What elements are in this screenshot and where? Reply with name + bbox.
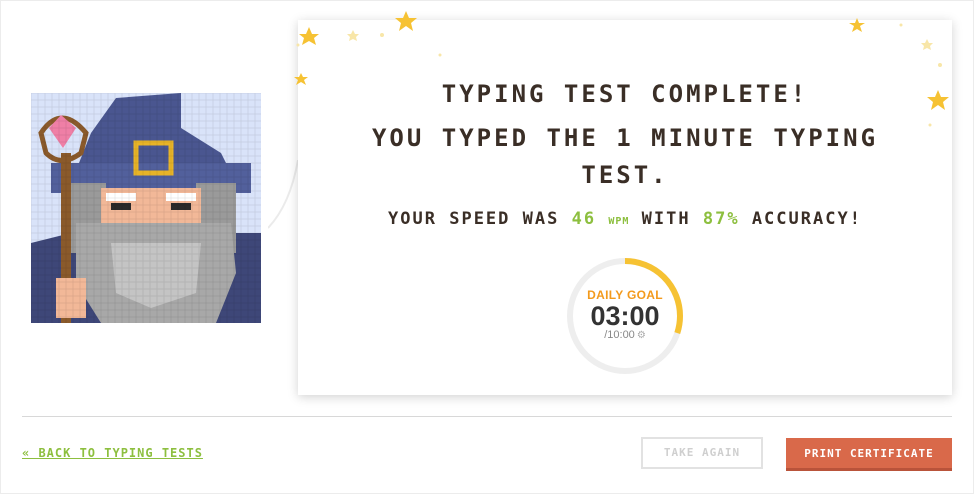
speed-suffix: ACCURACY! xyxy=(751,209,862,229)
star-icon xyxy=(927,90,949,110)
goal-total-row: /10:00 ⚙ xyxy=(565,329,685,341)
star-icon xyxy=(849,18,865,32)
star-icon xyxy=(296,43,300,47)
goal-time: 03:00 xyxy=(590,301,660,331)
goal-total: /10:00 xyxy=(604,329,635,341)
star-icon xyxy=(921,39,933,50)
speed-middle: WITH xyxy=(641,209,691,229)
speed-summary: YOUR SPEED WAS 46 WPM WITH 87% ACCURACY! xyxy=(298,209,952,229)
accuracy-value: 87% xyxy=(702,209,740,229)
star-icon xyxy=(299,27,319,45)
speed-prefix: YOUR SPEED WAS xyxy=(388,209,560,229)
speech-bubble-tail xyxy=(268,160,302,229)
gear-icon[interactable]: ⚙ xyxy=(637,330,646,341)
goal-label: DAILY GOAL xyxy=(587,288,663,302)
star-icon xyxy=(899,23,903,27)
back-to-tests-link[interactable]: « BACK TO TYPING TESTS xyxy=(22,446,203,460)
take-again-button[interactable]: TAKE AGAIN xyxy=(641,437,763,469)
print-certificate-button[interactable]: PRINT CERTIFICATE xyxy=(786,438,952,471)
wizard-avatar xyxy=(31,93,261,323)
star-icon xyxy=(928,123,932,127)
footer-divider xyxy=(22,416,952,417)
wpm-value: 46 xyxy=(571,209,597,229)
star-icon xyxy=(347,30,359,41)
wpm-unit: WPM xyxy=(608,216,630,227)
star-icon xyxy=(380,33,384,37)
star-icon xyxy=(938,63,942,67)
star-icon xyxy=(395,11,417,31)
daily-goal-widget[interactable]: DAILY GOAL 03:00 /10:00 ⚙ xyxy=(565,256,685,376)
star-icon xyxy=(438,53,442,57)
stars-decoration xyxy=(294,11,949,127)
star-icon xyxy=(294,73,308,85)
